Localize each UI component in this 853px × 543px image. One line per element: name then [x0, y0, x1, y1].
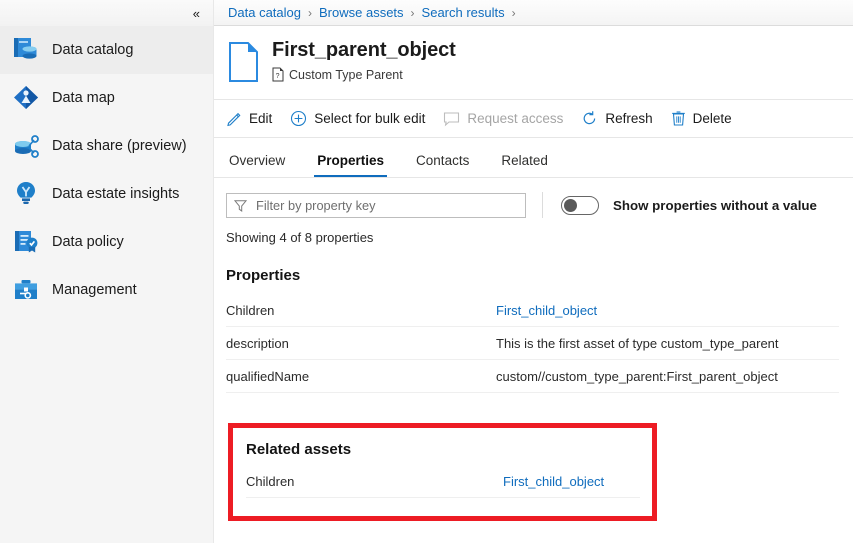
related-assets-section-title: Related assets	[246, 441, 352, 458]
sidebar-item-management[interactable]: Management	[0, 266, 213, 314]
app-root: « Data catalog Data map Data share (prev…	[0, 0, 853, 543]
related-assets-section: Related assets Children First_child_obje…	[233, 428, 652, 498]
sidebar-item-data-catalog[interactable]: Data catalog	[0, 26, 213, 74]
sidebar-item-label: Data policy	[52, 234, 124, 250]
main-content-area: Data catalog › Browse assets › Search re…	[214, 0, 853, 543]
table-row: description This is the first asset of t…	[226, 327, 839, 360]
vertical-divider	[542, 192, 543, 218]
related-assets-highlight-box: Related assets Children First_child_obje…	[228, 423, 657, 521]
tab-bar: Overview Properties Contacts Related	[214, 138, 853, 178]
data-share-icon	[10, 129, 44, 163]
sidebar-item-data-map[interactable]: Data map	[0, 74, 213, 122]
sidebar-item-data-policy[interactable]: Data policy	[0, 218, 213, 266]
trash-icon	[671, 110, 686, 127]
sidebar-item-label: Data estate insights	[52, 186, 180, 202]
search-input[interactable]	[254, 196, 518, 214]
tab-contacts[interactable]: Contacts	[413, 153, 472, 177]
filter-input-container[interactable]	[226, 192, 526, 218]
properties-section-title: Properties	[226, 267, 301, 284]
edit-button-label: Edit	[249, 111, 273, 126]
sidebar-item-label: Data catalog	[52, 42, 134, 58]
breadcrumb-item-data-catalog[interactable]: Data catalog	[228, 5, 301, 20]
property-key: qualifiedName	[226, 368, 310, 384]
custom-type-icon: ?	[272, 67, 284, 82]
toggle-knob	[564, 198, 577, 212]
asset-header: First_parent_object ? Custom Type Parent	[214, 26, 853, 100]
breadcrumb-separator-icon: ›	[511, 5, 516, 20]
breadcrumb-item-browse-assets[interactable]: Browse assets	[319, 5, 404, 20]
document-icon	[226, 41, 264, 88]
property-key: Children	[246, 474, 295, 489]
toggle-label: Show properties without a value	[613, 197, 817, 213]
data-catalog-icon	[10, 33, 44, 67]
sidebar-header: «	[0, 0, 213, 26]
pencil-icon	[226, 111, 242, 127]
property-value: custom//custom_type_parent:First_parent_…	[496, 368, 778, 384]
edit-button[interactable]: Edit	[226, 111, 272, 127]
tab-properties[interactable]: Properties	[314, 153, 387, 177]
delete-button[interactable]: Delete	[671, 110, 732, 127]
show-properties-without-value-toggle[interactable]	[561, 195, 599, 215]
data-map-icon	[10, 81, 44, 115]
table-row: Children First_child_object	[226, 294, 839, 327]
tab-overview[interactable]: Overview	[226, 153, 288, 177]
sidebar-item-label: Data map	[52, 90, 115, 106]
property-value-link[interactable]: First_child_object	[496, 303, 597, 318]
page-title: First_parent_object	[272, 39, 456, 61]
filter-funnel-icon	[234, 199, 247, 212]
request-access-button: Request access	[443, 111, 563, 127]
sidebar-item-label: Management	[52, 282, 137, 298]
plus-circle-icon	[290, 110, 307, 127]
breadcrumb-separator-icon: ›	[308, 5, 312, 20]
breadcrumb-item-search-results[interactable]: Search results	[422, 5, 505, 20]
request-access-label: Request access	[467, 111, 564, 126]
table-row: Children First_child_object	[246, 466, 640, 498]
sidebar-item-data-estate-insights[interactable]: Data estate insights	[0, 170, 213, 218]
sidebar-item-label: Data share (preview)	[52, 138, 187, 154]
refresh-button[interactable]: Refresh	[581, 110, 653, 127]
table-row: qualifiedName custom//custom_type_parent…	[226, 360, 839, 393]
property-value-link[interactable]: First_child_object	[503, 474, 604, 489]
command-toolbar: Edit Select for bulk edit Request access…	[214, 100, 853, 138]
asset-type-label: Custom Type Parent	[289, 67, 403, 82]
refresh-button-label: Refresh	[605, 111, 653, 126]
refresh-icon	[581, 110, 598, 127]
properties-section: Properties Children First_child_object d…	[214, 245, 853, 393]
comment-icon	[443, 111, 460, 127]
tab-related[interactable]: Related	[498, 153, 551, 177]
select-for-bulk-edit-label: Select for bulk edit	[314, 111, 426, 126]
filter-row: Show properties without a value	[214, 178, 853, 218]
delete-button-label: Delete	[692, 111, 732, 126]
left-navigation-sidebar: « Data catalog Data map Data share (prev…	[0, 0, 214, 543]
property-value: This is the first asset of type custom_t…	[496, 335, 779, 351]
svg-text:?: ?	[276, 73, 280, 80]
data-policy-icon	[10, 225, 44, 259]
property-key: Children	[226, 302, 275, 318]
asset-type: ? Custom Type Parent	[272, 67, 456, 82]
select-for-bulk-edit-button[interactable]: Select for bulk edit	[290, 110, 425, 127]
management-icon	[10, 273, 44, 307]
property-key: description	[226, 335, 289, 351]
breadcrumb: Data catalog › Browse assets › Search re…	[214, 0, 853, 26]
showing-count-text: Showing 4 of 8 properties	[226, 230, 374, 245]
collapse-sidebar-icon[interactable]: «	[189, 5, 203, 22]
sidebar-item-data-share[interactable]: Data share (preview)	[0, 122, 213, 170]
data-estate-insights-icon	[10, 177, 44, 211]
breadcrumb-separator-icon: ›	[410, 5, 415, 20]
